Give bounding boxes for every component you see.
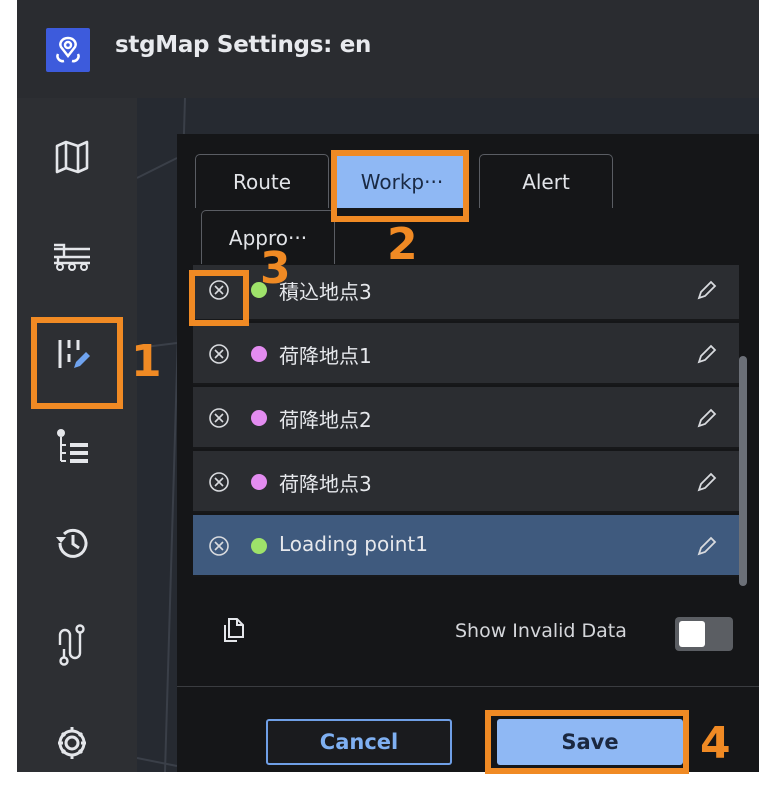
gear-icon[interactable] bbox=[41, 708, 103, 770]
remove-icon[interactable] bbox=[207, 534, 231, 558]
page-title: stgMap Settings: en bbox=[115, 32, 372, 58]
remove-icon[interactable] bbox=[207, 342, 231, 366]
list-item[interactable]: 荷降地点3 bbox=[193, 451, 739, 513]
workpoint-label: 積込地点3 bbox=[279, 280, 372, 304]
show-invalid-toggle[interactable] bbox=[675, 617, 733, 651]
list-item-selected[interactable]: Loading point1 bbox=[193, 515, 739, 577]
pencil-icon[interactable] bbox=[693, 340, 721, 368]
remove-icon[interactable] bbox=[207, 470, 231, 494]
list-item[interactable]: 積込地点3 bbox=[193, 265, 739, 321]
app-window: stgMap Settings: en Route Workp··· Alert… bbox=[17, 0, 759, 772]
tab-approach[interactable]: Appro··· bbox=[201, 210, 335, 264]
history-icon[interactable] bbox=[41, 512, 103, 574]
tab-route[interactable]: Route bbox=[195, 154, 329, 208]
workpoint-label: Loading point1 bbox=[279, 532, 428, 556]
pencil-icon[interactable] bbox=[693, 532, 721, 560]
status-dot bbox=[251, 538, 267, 554]
save-button[interactable]: Save bbox=[497, 719, 683, 765]
tab-workpoint[interactable]: Workp··· bbox=[335, 154, 469, 208]
status-dot bbox=[251, 474, 267, 490]
sidebar bbox=[17, 98, 137, 772]
pencil-icon[interactable] bbox=[693, 276, 721, 304]
app-logo-icon bbox=[46, 28, 90, 72]
status-dot bbox=[251, 410, 267, 426]
truck-icon[interactable] bbox=[41, 224, 103, 286]
cancel-button[interactable]: Cancel bbox=[266, 719, 452, 765]
workpoint-label: 荷降地点2 bbox=[279, 408, 372, 432]
workpoint-label: 荷降地点1 bbox=[279, 344, 372, 368]
route-icon[interactable] bbox=[41, 614, 103, 676]
divider bbox=[177, 686, 759, 687]
header-bar: stgMap Settings: en bbox=[17, 0, 759, 98]
pencil-icon[interactable] bbox=[693, 404, 721, 432]
list-footer: Show Invalid Data bbox=[193, 585, 739, 673]
settings-panel: Route Workp··· Alert Appro··· 積込地点3 荷降地点… bbox=[177, 134, 759, 772]
status-dot bbox=[251, 346, 267, 362]
workpoint-edit-icon[interactable] bbox=[41, 323, 103, 385]
pencil-icon[interactable] bbox=[693, 468, 721, 496]
list-scrollbar[interactable] bbox=[739, 356, 747, 586]
copy-icon[interactable] bbox=[223, 617, 245, 647]
status-dot bbox=[251, 282, 267, 298]
remove-icon[interactable] bbox=[207, 406, 231, 430]
list-item[interactable]: 荷降地点2 bbox=[193, 387, 739, 449]
workpoint-label: 荷降地点3 bbox=[279, 472, 372, 496]
workpoint-list: 積込地点3 荷降地点1 荷降地点2 荷降地点3 Loading point1 bbox=[193, 265, 739, 585]
remove-icon[interactable] bbox=[207, 278, 231, 302]
toggle-knob bbox=[679, 621, 705, 647]
list-icon[interactable] bbox=[41, 416, 103, 478]
map-icon[interactable] bbox=[41, 126, 103, 188]
tab-alert[interactable]: Alert bbox=[479, 154, 613, 208]
show-invalid-label: Show Invalid Data bbox=[455, 620, 627, 642]
list-item[interactable]: 荷降地点1 bbox=[193, 323, 739, 385]
